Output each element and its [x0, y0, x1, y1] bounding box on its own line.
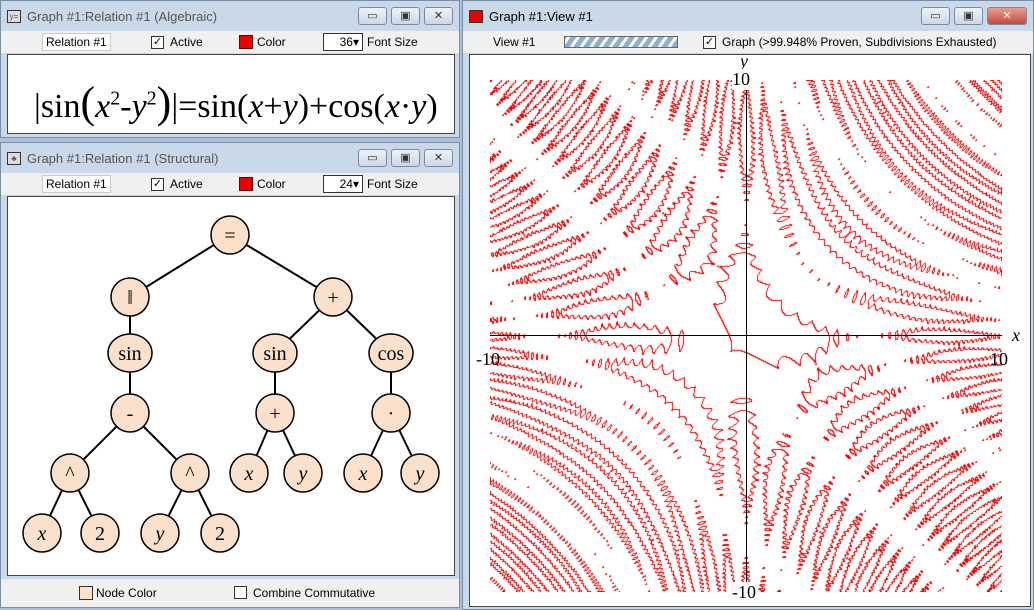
tree-node-label: x — [37, 523, 47, 545]
window-title: Graph #1:Relation #1 (Algebraic) — [27, 8, 218, 24]
tree-node-label: y — [297, 463, 308, 485]
maximize-button[interactable]: ▣ — [954, 7, 983, 25]
toolbar: View #1 ✓ Graph (>99.948% Proven, Subdiv… — [463, 31, 1033, 53]
toolbar: Relation #1 ✓ Active Color 36▾ Font Size — [1, 31, 459, 53]
formula-text: )+cos( — [297, 88, 385, 125]
title-bar[interactable]: Graph #1:View #1 ▭ ▣ ✕ — [463, 1, 1033, 31]
close-button[interactable]: ✕ — [987, 7, 1027, 25]
graph-checkbox[interactable]: ✓ — [703, 35, 716, 49]
formula-minus: - — [120, 88, 132, 125]
color-swatch[interactable] — [239, 177, 253, 191]
view-name-field[interactable]: View #1 — [493, 35, 535, 49]
minimize-button[interactable]: ▭ — [358, 7, 387, 25]
font-size-value: 36 — [339, 35, 353, 49]
window-title: Graph #1:Relation #1 (Structural) — [27, 150, 219, 166]
relation-name-field[interactable]: Relation #1 — [42, 175, 111, 193]
maximize-button[interactable]: ▣ — [391, 7, 420, 25]
tree-node-label: x — [244, 463, 254, 485]
tree-node-label: 2 — [95, 523, 105, 545]
formula-dot: · — [399, 88, 412, 125]
tree-node-label: x — [358, 463, 368, 485]
y-max-label: 10 — [732, 69, 750, 90]
tree-icon: ♣ — [7, 151, 21, 165]
tree-node-label: cos — [378, 343, 405, 365]
x-min-label: -10 — [476, 349, 500, 369]
formula-exp: 2 — [110, 87, 121, 110]
graph-status-label: Graph (>99.948% Proven, Subdivisions Exh… — [722, 35, 997, 49]
formula-x: x — [95, 88, 111, 125]
y-axis — [746, 80, 747, 592]
formula-exp: 2 — [146, 87, 157, 110]
graph-area: x y -10 10 10 -10 — [469, 51, 1031, 607]
relation-name-field[interactable]: Relation #1 — [42, 33, 111, 51]
color-label: Color — [257, 35, 286, 49]
font-size-dropdown[interactable]: 36▾ — [323, 33, 363, 51]
title-bar[interactable]: ♣ Graph #1:Relation #1 (Structural) ▭ ▣ … — [1, 143, 459, 173]
tree-node-label: 2 — [215, 523, 225, 545]
node-color-label: Node Color — [96, 586, 157, 600]
close-button[interactable]: ✕ — [424, 149, 453, 167]
tree-node-label: ^ — [65, 463, 75, 485]
tree-node-label: ^ — [185, 463, 195, 485]
close-button[interactable]: ✕ — [424, 7, 453, 25]
tree-node-label: ‖ — [127, 287, 133, 309]
formula-y: y — [131, 88, 147, 125]
formula-text: =sin( — [178, 88, 249, 125]
maximize-button[interactable]: ▣ — [391, 149, 420, 167]
active-checkbox[interactable]: ✓ — [151, 35, 164, 49]
formula-x: x — [248, 88, 264, 125]
formula-area: |sin(x2-y2)|=sin(x+y)+cos(x·y) — [7, 54, 455, 134]
window-title: Graph #1:View #1 — [489, 8, 593, 24]
formula-text: ) — [426, 88, 438, 125]
active-label: Active — [170, 35, 203, 49]
toolbar: Relation #1 ✓ Active Color 24▾ Font Size — [1, 173, 459, 195]
active-checkbox[interactable]: ✓ — [151, 177, 164, 191]
tree-node-label: + — [327, 287, 338, 309]
equation-icon: y= — [7, 9, 21, 23]
title-bar[interactable]: y= Graph #1:Relation #1 (Algebraic) ▭ ▣ … — [1, 1, 459, 31]
tree-node-label: y — [154, 523, 165, 545]
view-window: Graph #1:View #1 ▭ ▣ ✕ View #1 ✓ Graph (… — [462, 0, 1034, 610]
minimize-button[interactable]: ▭ — [921, 7, 950, 25]
formula-y: y — [282, 88, 298, 125]
font-size-value: 24 — [339, 177, 353, 191]
y-min-label: -10 — [732, 582, 756, 603]
combine-commutative-checkbox[interactable] — [234, 586, 247, 599]
formula-y: y — [411, 88, 427, 125]
x-max-label: 10 — [990, 349, 1008, 369]
formula-x: x — [384, 88, 400, 125]
abs-bar: | — [34, 88, 41, 125]
color-label: Color — [257, 177, 286, 191]
structural-window: ♣ Graph #1:Relation #1 (Structural) ▭ ▣ … — [0, 142, 460, 608]
x-axis-label: x — [1012, 325, 1020, 345]
combine-commutative-label: Combine Commutative — [253, 586, 376, 600]
minimize-button[interactable]: ▭ — [358, 149, 387, 167]
graph-icon — [469, 9, 483, 23]
tree-node-label: + — [269, 403, 280, 425]
font-size-label: Font Size — [367, 35, 418, 49]
active-label: Active — [170, 177, 203, 191]
tree-node-label: sin — [263, 343, 286, 365]
formula-plus: + — [263, 88, 283, 125]
node-color-swatch[interactable] — [79, 586, 93, 600]
tree-node-label: y — [414, 463, 425, 485]
tree-node-label: = — [224, 225, 235, 247]
expression-tree: = ‖ + sin sin cos - + · ^ ^ x y x y x 2 y 2 — [22, 215, 440, 553]
font-size-label: Font Size — [367, 177, 418, 191]
font-size-dropdown[interactable]: 24▾ — [323, 175, 363, 193]
tree-node-label: sin — [118, 343, 141, 365]
tree-node-label: · — [388, 403, 395, 425]
tree-node-label: - — [127, 403, 134, 425]
algebraic-window: y= Graph #1:Relation #1 (Algebraic) ▭ ▣ … — [0, 0, 460, 138]
tree-area: = ‖ + sin sin cos - + · ^ ^ x y x y x 2 y 2 — [7, 196, 455, 576]
formula-sin: sin — [40, 88, 81, 125]
color-swatch[interactable] — [239, 35, 253, 49]
progress-bar — [564, 36, 678, 48]
